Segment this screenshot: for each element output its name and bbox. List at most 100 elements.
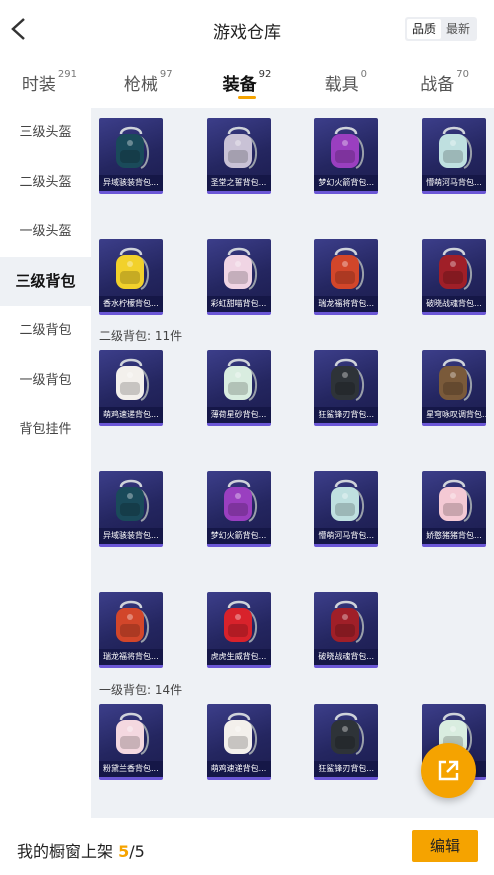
item-card[interactable]: 萌鸡速递背包...	[206, 704, 271, 780]
backpack-purple-rocket-icon	[331, 126, 365, 169]
edit-button[interactable]: 编辑	[412, 830, 478, 862]
item-name: 懵萌河马背包...	[422, 175, 487, 191]
tab-count: 92	[258, 69, 272, 80]
item-card[interactable]: 娇憨猪猪背包...	[422, 471, 487, 547]
tab-count: 0	[360, 69, 367, 80]
item-card[interactable]: 梦幻火箭背包...	[206, 471, 271, 547]
item-card[interactable]: 瑞龙福将背包...	[314, 239, 379, 315]
item-cell: 星穹咏叹调背包...	[422, 350, 487, 471]
item-card[interactable]: 粉黛兰香背包...	[99, 704, 163, 780]
item-name: 狂鲨锋刃背包...	[314, 761, 379, 777]
sidebar-item-2[interactable]: 一级头盔	[0, 207, 91, 257]
item-cell: 萌鸡速递背包...	[206, 704, 271, 818]
item-cell: 彩虹甜喵背包...	[206, 239, 271, 360]
tab-2[interactable]: 装备92	[198, 58, 297, 108]
sort-quality-button[interactable]: 品质	[407, 19, 441, 39]
item-name: 瑞龙福将背包...	[314, 296, 379, 312]
sidebar-item-0[interactable]: 三级头盔	[0, 108, 91, 158]
item-name: 彩虹甜喵背包...	[206, 296, 271, 312]
sidebar-item-6[interactable]: 背包挂件	[0, 405, 91, 455]
item-card[interactable]: 萌鸡速递背包...	[99, 350, 163, 426]
item-card[interactable]: 薄荷星砂背包...	[206, 350, 271, 426]
backpack-bunny-icon	[116, 712, 149, 755]
item-name: 懵萌河马背包...	[314, 528, 379, 544]
tab-4[interactable]: 战备70	[395, 58, 494, 108]
sidebar-item-3[interactable]: 三级背包	[0, 256, 91, 306]
item-card[interactable]: 香水柠檬背包...	[99, 239, 163, 315]
external-link-icon	[438, 760, 459, 781]
share-button[interactable]	[421, 743, 476, 798]
item-card[interactable]: 狂鲨锋刃背包...	[314, 350, 379, 426]
section-label-level2: 二级背包: 11件	[99, 329, 183, 343]
backpack-star-icon	[439, 358, 473, 401]
item-card[interactable]: 彩虹甜喵背包...	[206, 239, 271, 315]
item-cell: 萌鸡速递背包...	[99, 350, 163, 471]
item-card[interactable]: 破晓战魂背包...	[422, 239, 487, 315]
item-cell: 粉黛兰香背包...	[99, 704, 163, 818]
item-name: 圣堂之誓背包...	[206, 175, 271, 191]
tab-0[interactable]: 时装291	[0, 58, 99, 108]
item-name: 破晓战魂背包...	[314, 649, 379, 665]
item-name: 娇憨猪猪背包...	[422, 528, 487, 544]
backpack-white-wings-icon	[223, 126, 257, 169]
item-card[interactable]: 圣堂之誓背包...	[206, 118, 271, 194]
sidebar-item-5[interactable]: 一级背包	[0, 356, 91, 406]
backpack-chick-icon	[223, 712, 257, 755]
backpack-hippo-icon	[331, 479, 365, 522]
sort-newest-button[interactable]: 最新	[441, 19, 475, 39]
item-card[interactable]: 虎虎生威背包...	[206, 592, 271, 668]
backpack-tiger-icon	[223, 600, 257, 643]
backpack-lemon-icon	[116, 247, 149, 290]
tab-count: 70	[456, 69, 469, 80]
item-card[interactable]: 懵萌河马背包...	[314, 471, 379, 547]
item-cell: 异域骇装背包...	[99, 471, 163, 592]
item-cell: 异域骇装背包...	[99, 118, 163, 239]
tab-count: 291	[57, 69, 77, 80]
item-card[interactable]: 破晓战魂背包...	[314, 592, 379, 668]
item-cell: 破晓战魂背包...	[314, 592, 379, 713]
item-name: 薄荷星砂背包...	[206, 407, 271, 423]
tab-count: 97	[159, 69, 173, 80]
item-cell: 狂鲨锋刃背包...	[314, 350, 379, 471]
item-card[interactable]: 异域骇装背包...	[99, 471, 163, 547]
item-card[interactable]: 狂鲨锋刃背包...	[314, 704, 379, 780]
item-name: 萌鸡速递背包...	[206, 761, 271, 777]
item-cell: 瑞龙福将背包...	[314, 239, 379, 360]
item-card[interactable]: 梦幻火箭背包...	[314, 118, 379, 194]
backpack-dragon-icon	[116, 600, 149, 643]
item-cell: 破晓战魂背包...	[422, 239, 487, 360]
item-name: 异域骇装背包...	[99, 528, 163, 544]
item-card[interactable]: 异域骇装背包...	[99, 118, 163, 194]
level2-grid: 萌鸡速递背包... 薄荷星砂背包... 狂鲨锋刃背包... 星穹咏叹调背包... 异域骇…	[99, 350, 487, 713]
item-grid-panel[interactable]: 异域骇装背包... 圣堂之誓背包... 梦幻火箭背包... 懵萌河马背包... 香水柠檬…	[91, 108, 494, 818]
item-card[interactable]: 星穹咏叹调背包...	[422, 350, 487, 426]
footer-bar: 我的橱窗上架 5/5 编辑	[0, 818, 494, 875]
section-label-level1: 一级背包: 14件	[99, 683, 183, 697]
sidebar-item-4[interactable]: 二级背包	[0, 306, 91, 356]
backpack-dark-icon	[116, 126, 149, 169]
category-tabs: 时装291 枪械97 装备92 载具0 战备70	[0, 58, 494, 108]
item-cell: 梦幻火箭背包...	[206, 471, 271, 592]
backpack-shark-icon	[331, 358, 365, 401]
tab-3[interactable]: 载具0	[296, 58, 395, 108]
item-cell: 狂鲨锋刃背包...	[314, 704, 379, 818]
item-card[interactable]: 瑞龙福将背包...	[99, 592, 163, 668]
item-name: 萌鸡速递背包...	[99, 407, 163, 423]
tab-underline	[237, 96, 256, 99]
backpack-pig-icon	[439, 479, 473, 522]
tab-label: 战备	[420, 75, 455, 95]
sidebar-item-1[interactable]: 二级头盔	[0, 158, 91, 208]
item-name: 狂鲨锋刃背包...	[314, 407, 379, 423]
backpack-purple-rocket-icon	[223, 479, 257, 522]
header: 游戏仓库 品质 最新	[0, 0, 494, 58]
tab-1[interactable]: 枪械97	[99, 58, 198, 108]
item-name: 香水柠檬背包...	[99, 296, 163, 312]
tab-label: 装备	[222, 75, 257, 95]
tab-label: 时装	[21, 75, 56, 95]
item-card[interactable]: 懵萌河马背包...	[422, 118, 487, 194]
item-name: 星穹咏叹调背包...	[422, 407, 487, 423]
item-name: 异域骇装背包...	[99, 175, 163, 191]
backpack-warrior-icon	[331, 600, 365, 643]
item-name: 粉黛兰香背包...	[99, 761, 163, 777]
item-cell: 虎虎生威背包...	[206, 592, 271, 713]
